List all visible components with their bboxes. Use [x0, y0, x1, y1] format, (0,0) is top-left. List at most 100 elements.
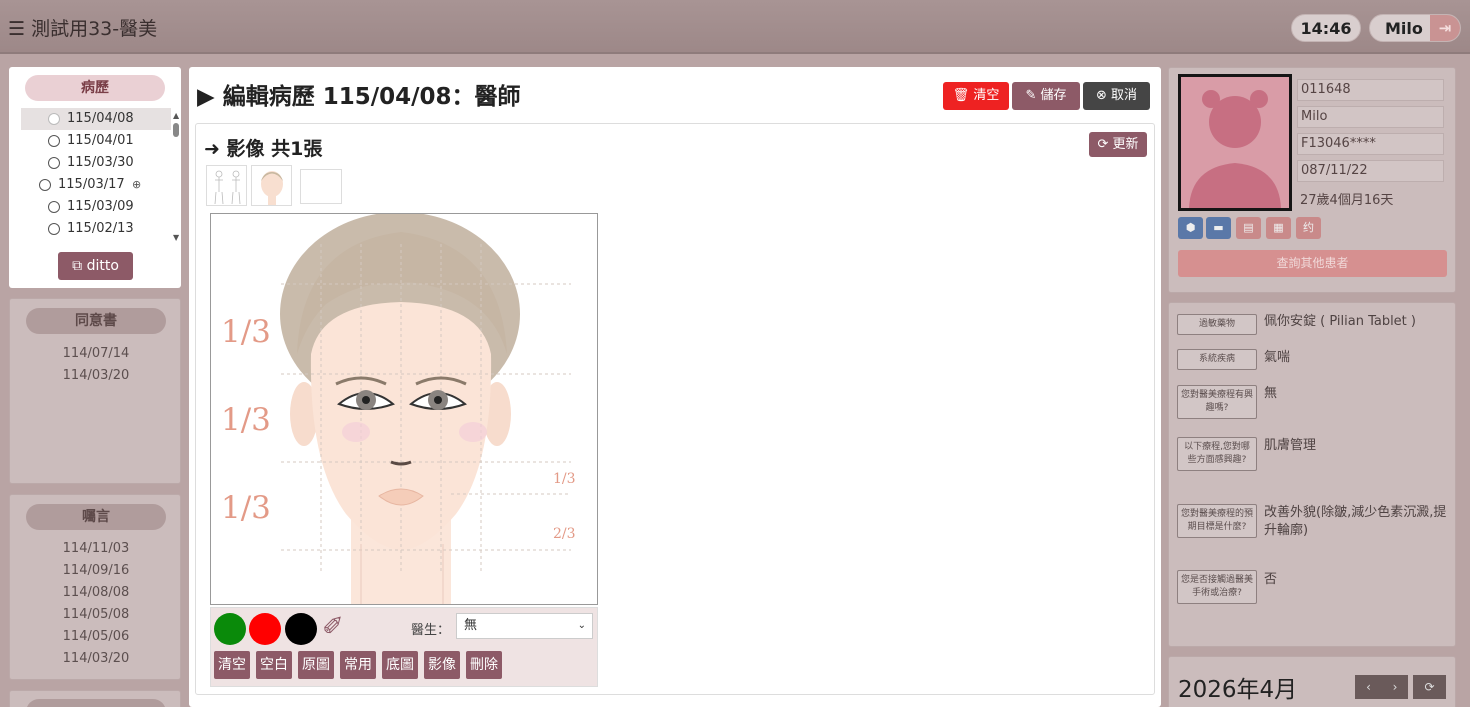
area-label: 以下療程,您對哪些方面感興趣?: [1177, 437, 1257, 471]
radio-icon[interactable]: [48, 223, 60, 235]
history-item[interactable]: 115/03/30: [21, 152, 171, 174]
save-button[interactable]: ✎ 儲存: [1012, 82, 1080, 110]
trash-icon: 🗑: [952, 88, 970, 103]
extra-panel: [9, 690, 181, 707]
instructions-title: 囑言: [26, 504, 166, 530]
goal-answer: 改善外貌(除皺,減少色素沉澱,提升輪廓): [1264, 505, 1447, 538]
radio-icon[interactable]: [48, 157, 60, 169]
third-label-2: 1/3: [221, 402, 271, 438]
user-name: Milo: [1385, 19, 1423, 38]
consent-item[interactable]: 114/07/14: [50, 343, 142, 365]
instruction-item[interactable]: 114/03/20: [50, 648, 142, 670]
consent-list: 114/07/14 114/03/20: [50, 343, 142, 387]
instruction-item[interactable]: 114/05/08: [50, 604, 142, 626]
pill-bottle-icon[interactable]: 约: [1296, 217, 1321, 239]
instruction-item[interactable]: 114/05/06: [50, 626, 142, 648]
calendar-icon[interactable]: ▦: [1266, 217, 1291, 239]
experience-answer: 否: [1264, 572, 1278, 587]
drawing-canvas[interactable]: 1/3 1/3 1/3 1/3 2/3: [210, 213, 598, 605]
history-item[interactable]: 115/04/01: [21, 130, 171, 152]
chevron-down-icon: ⌄: [577, 620, 586, 631]
top-bar: ☰ 測試用33-醫美 14:46 Milo ⇥: [0, 0, 1470, 54]
third-label-1: 1/3: [221, 314, 271, 350]
third-label-3: 1/3: [221, 490, 271, 526]
logout-icon[interactable]: ⇥: [1430, 15, 1460, 41]
chevron-right-circle-icon: ➜: [204, 138, 220, 160]
history-item[interactable]: 115/02/13: [21, 218, 171, 238]
history-item[interactable]: 115/04/08: [21, 108, 171, 130]
user-menu[interactable]: Milo ⇥: [1369, 14, 1461, 42]
menu-icon[interactable]: ☰: [8, 18, 25, 40]
pill-icon: ⊕: [132, 178, 142, 191]
tool-delete-button[interactable]: 刪除: [466, 651, 502, 679]
color-green[interactable]: [214, 613, 246, 645]
disease-label: 系統疾病: [1177, 349, 1257, 370]
lower-third-label: 1/3: [553, 471, 576, 487]
search-other-patient-button[interactable]: 查詢其他患者: [1178, 250, 1447, 277]
app-title[interactable]: ☰ 測試用33-醫美: [8, 14, 157, 41]
scrollbar-thumb[interactable]: [173, 123, 179, 137]
body-template-thumbnail[interactable]: [206, 165, 247, 206]
message-icon[interactable]: ▬: [1206, 217, 1231, 239]
radio-icon[interactable]: [39, 179, 51, 191]
tool-base-button[interactable]: 底圖: [382, 651, 418, 679]
history-list: 115/04/08 115/04/01 115/03/30 115/03/17 …: [21, 108, 171, 238]
file-icon[interactable]: ▤: [1236, 217, 1261, 239]
color-black[interactable]: [285, 613, 317, 645]
consent-panel: 同意書 114/07/14 114/03/20: [9, 298, 181, 484]
radio-icon[interactable]: [48, 135, 60, 147]
page-title: ▶ 編輯病歷 115/04/08：醫師: [197, 84, 521, 110]
drawing-toolbox: ✐ 醫生： 無 ⌄ 清空 空白 原圖 常用 底圖 影像 刪除: [210, 607, 598, 687]
history-title: 病歷: [25, 75, 165, 101]
eraser-icon[interactable]: ✐: [322, 612, 344, 642]
patient-age: 27歲4個月16天: [1300, 193, 1394, 208]
tag-icon[interactable]: ⬢: [1178, 217, 1203, 239]
history-panel: 病歷 115/04/08 115/04/01 115/03/30 115/03/…: [9, 67, 181, 288]
patient-id: 011648: [1297, 79, 1444, 101]
calendar-title: 2026年4月: [1178, 677, 1298, 703]
history-item[interactable]: 115/03/09: [21, 196, 171, 218]
tool-original-button[interactable]: 原圖: [298, 651, 334, 679]
consent-item[interactable]: 114/03/20: [50, 365, 142, 387]
doctor-label: 醫生：: [411, 623, 451, 638]
instructions-list: 114/11/03 114/09/16 114/08/08 114/05/08 …: [50, 538, 142, 670]
tool-common-button[interactable]: 常用: [340, 651, 376, 679]
refresh-button[interactable]: ⟳ 更新: [1089, 132, 1147, 157]
ditto-button[interactable]: ⧉ ditto: [58, 252, 133, 280]
extra-title: [26, 699, 166, 707]
calendar-prev-button[interactable]: ‹: [1355, 675, 1382, 699]
experience-label: 您是否接觸過醫美手術或治療?: [1177, 570, 1257, 604]
edit-icon: ✎: [1025, 88, 1037, 103]
tool-blank-button[interactable]: 空白: [256, 651, 292, 679]
scroll-down-icon[interactable]: ▼: [173, 233, 179, 242]
history-item[interactable]: 115/03/17 ⊕: [21, 174, 171, 196]
tool-clear-button[interactable]: 清空: [214, 651, 250, 679]
doctor-select[interactable]: 無 ⌄: [456, 613, 593, 639]
calendar-refresh-button[interactable]: ⟳: [1413, 675, 1446, 699]
interest-answer: 無: [1264, 386, 1278, 401]
scroll-up-icon[interactable]: ▲: [173, 111, 179, 120]
instruction-item[interactable]: 114/09/16: [50, 560, 142, 582]
images-heading[interactable]: ➜ 影像 共1張: [204, 134, 322, 161]
clock: 14:46: [1291, 14, 1361, 42]
instruction-item[interactable]: 114/08/08: [50, 582, 142, 604]
instruction-item[interactable]: 114/11/03: [50, 538, 142, 560]
patient-name: Milo: [1297, 106, 1444, 128]
clear-button[interactable]: 🗑 清空: [943, 82, 1009, 110]
face-template-thumbnail[interactable]: [251, 165, 292, 206]
radio-icon[interactable]: [48, 201, 60, 213]
area-answer: 肌膚管理: [1264, 438, 1317, 453]
tool-image-button[interactable]: 影像: [424, 651, 460, 679]
disease-answer: 氣喘: [1264, 350, 1291, 365]
allergy-label: 過敏藥物: [1177, 314, 1257, 335]
patient-birthday: 087/11/22: [1297, 160, 1444, 182]
goal-label: 您對醫美療程的預期目標是什麼?: [1177, 504, 1257, 538]
patient-national-id: F13046****: [1297, 133, 1444, 155]
avatar: [1178, 74, 1292, 211]
color-red[interactable]: [249, 613, 281, 645]
calendar-next-button[interactable]: ›: [1382, 675, 1408, 699]
empty-thumbnail[interactable]: [300, 169, 342, 204]
play-icon: ▶: [197, 84, 215, 110]
cancel-button[interactable]: ⊗ 取消: [1083, 82, 1150, 110]
radio-icon[interactable]: [48, 113, 60, 125]
